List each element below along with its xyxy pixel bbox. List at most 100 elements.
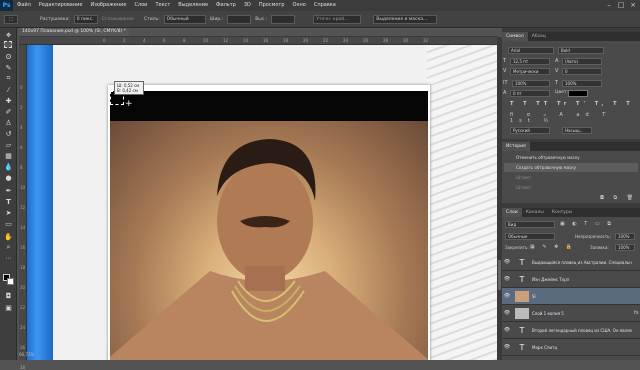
menu-layers[interactable]: Слои (130, 0, 151, 11)
history-item[interactable]: Штамп (504, 173, 638, 182)
layer-row[interactable]: 👁 T Марк Спитц (502, 339, 640, 356)
fill-input[interactable]: 100% (615, 244, 635, 251)
layer-name[interactable]: Йэн Джеймс Торп (532, 277, 632, 282)
move-tool-icon[interactable]: ✥ (3, 31, 14, 40)
close-button[interactable]: × (628, 1, 638, 10)
screen-mode-icon[interactable]: ▣ (3, 303, 14, 312)
dodge-tool-icon[interactable]: ● (3, 173, 14, 182)
pen-tool-icon[interactable]: ✒ (3, 186, 14, 195)
blend-mode-select[interactable]: Обычные (505, 233, 555, 240)
layer-kind-filter[interactable]: Вид (505, 221, 555, 228)
menu-window[interactable]: Окно (289, 0, 310, 11)
feather-input[interactable]: 0 пикс. (73, 14, 98, 24)
kerning-select[interactable]: Метрически (510, 68, 550, 75)
menu-view[interactable]: Просмотр (255, 0, 289, 11)
more-tools-icon[interactable]: ⋯ (3, 254, 14, 263)
vertical-scale-input[interactable]: 100% (512, 80, 550, 87)
opentype-buttons[interactable]: ﬁ σ ℴ A ad T 1st ½ (510, 112, 640, 124)
opacity-input[interactable]: 100% (615, 233, 635, 240)
layer-row-selected[interactable]: 👁 Sl (502, 288, 640, 305)
layer-row[interactable]: 👁 T Йэн Джеймс Торп (502, 271, 640, 288)
background-color-swatch[interactable] (7, 278, 14, 285)
language-select[interactable]: Русский (510, 127, 550, 134)
font-style-select[interactable]: Bold (558, 47, 604, 54)
layer-name[interactable]: Слой 1 копия 5 (532, 311, 632, 316)
eye-icon[interactable]: 👁 (502, 344, 512, 350)
tab-layers[interactable]: Слои (502, 208, 522, 217)
menu-file[interactable]: Файл (13, 0, 35, 11)
tracking-input[interactable]: 0 (562, 68, 602, 75)
antialias-checkbox[interactable]: Сглаживание (102, 17, 134, 22)
menu-select[interactable]: Выделение (174, 0, 212, 11)
history-brush-tool-icon[interactable]: ↺ (3, 129, 14, 138)
minimize-button[interactable]: – (604, 1, 614, 10)
menu-3d[interactable]: 3D (240, 0, 255, 11)
layer-effects-icon[interactable]: fx (634, 310, 639, 316)
zoom-tool-icon[interactable]: ⌕ (3, 243, 14, 252)
type-tool-icon[interactable]: T (3, 197, 14, 206)
layer-name[interactable]: Выдающийся пловец из Австралии. Специаль… (532, 260, 632, 265)
refine-edge-button[interactable]: Уточн. край... (313, 14, 362, 24)
history-item[interactable]: Штамп (504, 183, 638, 192)
menu-filter[interactable]: Фильтр (212, 0, 240, 11)
eye-icon[interactable]: 👁 (502, 276, 512, 282)
font-family-select[interactable]: Arial (508, 47, 554, 54)
faux-style-buttons[interactable]: T T TT Tr T' T, T T (510, 101, 634, 107)
menu-image[interactable]: Изображение (86, 0, 130, 11)
menu-type[interactable]: Текст (151, 0, 174, 11)
eye-icon[interactable]: 👁 (502, 327, 512, 333)
menu-help[interactable]: Справка (310, 0, 340, 11)
lasso-tool-icon[interactable]: ʘ (3, 52, 14, 61)
crop-tool-icon[interactable]: ⌗ (3, 74, 14, 83)
layer-name[interactable]: Sl (532, 294, 632, 299)
tab-history[interactable]: История (502, 142, 530, 151)
text-color-swatch[interactable] (568, 90, 588, 97)
layer-filter-icons[interactable]: ▣ ◐ T ▭ ⧉ (560, 221, 614, 227)
rectangle-tool-icon[interactable]: ▭ (3, 219, 14, 228)
select-and-mask-button[interactable]: Выделение и маска... (373, 14, 438, 24)
layer-row[interactable]: 👁 Слой 1 копия 5 fx (502, 305, 640, 322)
quick-select-tool-icon[interactable]: ✎ (3, 63, 14, 72)
eye-icon[interactable]: 👁 (502, 310, 512, 316)
baseline-shift-input[interactable]: 0 пт (510, 90, 550, 97)
menu-edit[interactable]: Редактирование (35, 0, 87, 11)
clone-stamp-tool-icon[interactable]: ♙ (3, 118, 14, 127)
maximize-button[interactable]: □ (616, 1, 626, 10)
tab-paths[interactable]: Контуры (548, 208, 577, 217)
tab-paragraph[interactable]: Абзац (528, 32, 550, 41)
eye-icon[interactable]: 👁 (502, 293, 512, 299)
hand-tool-icon[interactable]: ✋ (3, 232, 14, 241)
document-tab[interactable]: 140x97 Плавание.psd @ 100% (Sl, CMYK/8) … (19, 28, 129, 36)
tab-character[interactable]: Символ (502, 32, 528, 41)
leading-input[interactable]: (Авто) (562, 58, 602, 65)
style-select[interactable]: Обычный (163, 14, 206, 24)
gradient-tool-icon[interactable]: ▦ (3, 151, 14, 160)
zoom-status[interactable]: 66,72% (19, 352, 99, 360)
height-input[interactable] (271, 14, 296, 24)
width-input[interactable] (227, 14, 252, 24)
eye-icon[interactable]: 👁 (502, 259, 512, 265)
horizontal-scale-input[interactable]: 100% (562, 80, 602, 87)
eraser-tool-icon[interactable]: ▱ (3, 140, 14, 149)
layer-name[interactable]: Второй легендарный пловец из США. Он явл… (532, 328, 632, 333)
marquee-tool-preset-icon[interactable]: ⬚ (4, 14, 18, 24)
layer-row[interactable]: 👁 T Выдающийся пловец из Австралии. Спец… (502, 254, 640, 271)
antialias-select[interactable]: Насыщ... (562, 127, 592, 134)
quick-mask-icon[interactable]: ◘ (3, 291, 14, 300)
font-size-input[interactable]: 12,5 пт (510, 58, 550, 65)
brush-tool-icon[interactable]: ✐ (3, 107, 14, 116)
tab-channels[interactable]: Каналы (522, 208, 548, 217)
layer-row[interactable]: 👁 T Второй легендарный пловец из США. Он… (502, 322, 640, 339)
history-item[interactable]: Отменить обтравочную маску (504, 153, 638, 162)
path-select-tool-icon[interactable]: ➤ (3, 208, 14, 217)
history-actions-icon[interactable]: ◘ ⧉ 🗑 (600, 195, 637, 201)
lock-icons[interactable]: ▦ ✎ ✥ 🔒 (530, 244, 575, 250)
rect-marquee-tool-icon[interactable] (4, 41, 12, 48)
history-item-selected[interactable]: Создать обтравочную маску (504, 163, 638, 172)
eyedropper-tool-icon[interactable]: ⁄ (3, 85, 14, 94)
canvas-area[interactable]: Ш: 0,52 см В: 0,42 см + (27, 45, 497, 360)
scrollbar-thumb[interactable] (498, 260, 501, 290)
layer-name[interactable]: Марк Спитц (532, 345, 632, 350)
blur-tool-icon[interactable]: 💧 (3, 162, 14, 171)
healing-brush-tool-icon[interactable]: ✚ (3, 96, 14, 105)
